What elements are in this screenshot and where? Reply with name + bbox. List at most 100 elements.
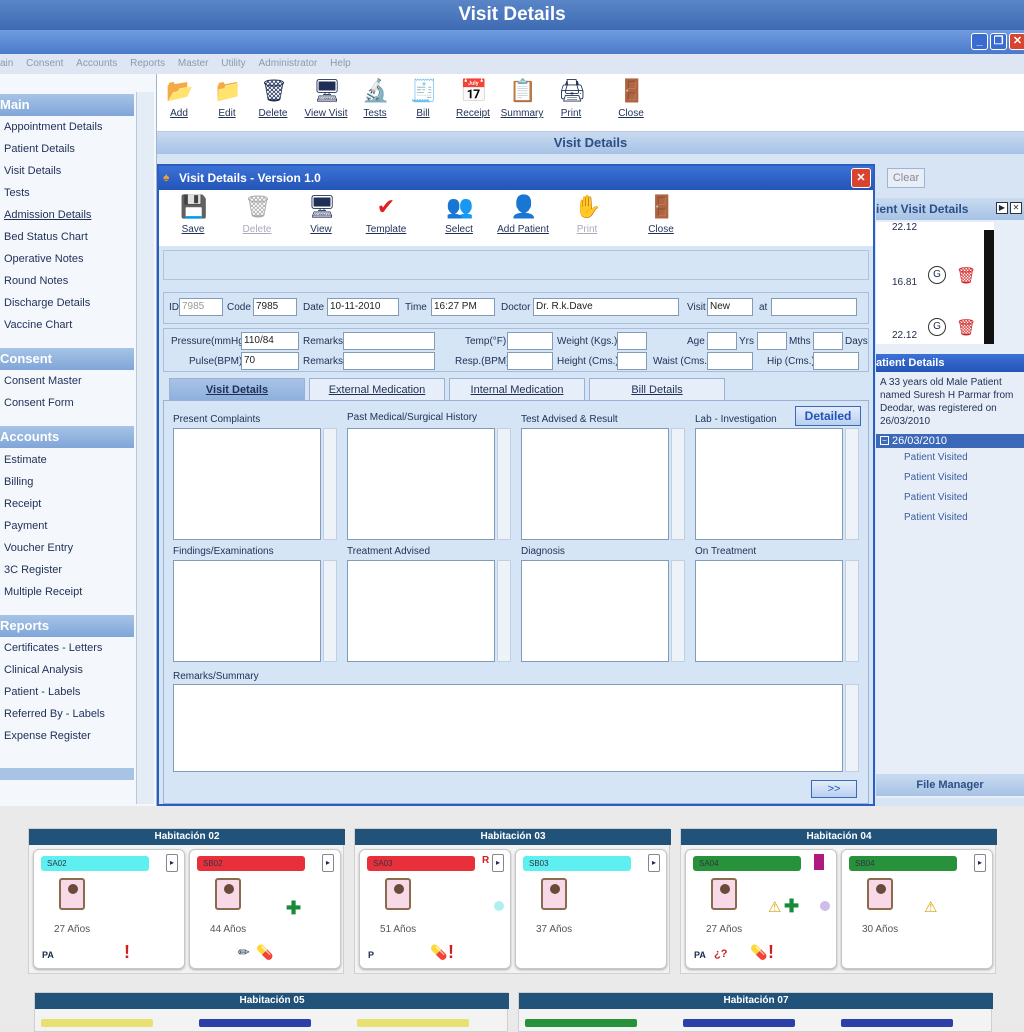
scrollbar[interactable] — [671, 428, 685, 540]
sidebar-item-referred-by-labels[interactable]: Referred By - Labels — [4, 708, 105, 720]
scrollbar[interactable] — [671, 560, 685, 662]
scrollbar[interactable] — [323, 560, 337, 662]
delete-icon[interactable]: 🗑 — [956, 318, 976, 338]
summary-button[interactable]: 📋 Summary — [499, 78, 545, 119]
template-button[interactable]: ✔ Template — [361, 194, 411, 235]
bed-card[interactable]: SB02 ▸ 44 Años ✚ ✏ 💊 — [189, 849, 341, 969]
test-advised-textarea[interactable] — [521, 428, 669, 540]
bed-card[interactable]: SB03 ▸ 37 Años — [515, 849, 667, 969]
sidebar-section-reports[interactable]: Reports — [0, 615, 134, 637]
menu-accounts[interactable]: Accounts — [76, 54, 117, 74]
delete-button[interactable]: 🗑 Delete — [253, 78, 293, 119]
sidebar-item-certificates-letters[interactable]: Certificates - Letters — [4, 642, 102, 654]
on-treatment-textarea[interactable] — [695, 560, 843, 662]
resp-field[interactable] — [507, 352, 553, 370]
tab-bill-details[interactable]: Bill Details — [589, 378, 725, 400]
bed-menu-button[interactable]: ▸ — [492, 854, 504, 872]
pulse-select[interactable]: 70 — [241, 352, 299, 370]
bed-menu-button[interactable]: ▸ — [322, 854, 334, 872]
bed-card[interactable]: SB04 ▸ 30 Años ⚠ — [841, 849, 993, 969]
hip-field[interactable] — [813, 352, 859, 370]
restore-icon[interactable]: ❐ — [990, 33, 1007, 50]
tab-external-medication[interactable]: External Medication — [309, 378, 445, 400]
time-field[interactable]: 16:27 PM — [431, 298, 495, 316]
sidebar-section-main[interactable]: Main — [0, 94, 134, 116]
dialog-close-button[interactable]: 🚪 Close — [641, 194, 681, 235]
scrollbar[interactable] — [323, 428, 337, 540]
weight-field[interactable] — [617, 332, 647, 350]
patient-visited-item[interactable]: Patient Visited — [904, 472, 968, 483]
code-field[interactable]: 7985 — [253, 298, 297, 316]
bed-card[interactable]: SA02 ▸ 27 Años PA ! — [33, 849, 185, 969]
menu-help[interactable]: Help — [330, 54, 351, 74]
sidebar-item-payment[interactable]: Payment — [4, 520, 47, 532]
menu-utility[interactable]: Utility — [221, 54, 245, 74]
bill-button[interactable]: 🧾 Bill — [403, 78, 443, 119]
sidebar-item-consent-master[interactable]: Consent Master — [4, 375, 82, 387]
age-months-field[interactable] — [757, 332, 787, 350]
pressure-remarks-field[interactable] — [343, 332, 435, 350]
sidebar-item-clinical-analysis[interactable]: Clinical Analysis — [4, 664, 83, 676]
sidebar-item-receipt[interactable]: Receipt — [4, 498, 41, 510]
pulse-remarks-field[interactable] — [343, 352, 435, 370]
sidebar-item-3c-register[interactable]: 3C Register — [4, 564, 62, 576]
sidebar-section-accounts[interactable]: Accounts — [0, 426, 134, 448]
menu-main[interactable]: ain — [0, 54, 13, 74]
diagnosis-textarea[interactable] — [521, 560, 669, 662]
sidebar-item-voucher-entry[interactable]: Voucher Entry — [4, 542, 73, 554]
add-button[interactable]: 📂 Add — [159, 78, 199, 119]
dialog-print-button[interactable]: ✋ Print — [567, 194, 607, 235]
save-button[interactable]: 💾 Save — [173, 194, 213, 235]
panel-close-icon[interactable]: ✕ — [1010, 202, 1022, 214]
tab-visit-details[interactable]: Visit Details — [169, 378, 305, 400]
sidebar-item-admission-details[interactable]: Admission Details — [4, 209, 91, 221]
receipt-button[interactable]: 📅 Receipt — [453, 78, 493, 119]
g-icon[interactable]: G — [928, 266, 946, 284]
height-field[interactable] — [617, 352, 647, 370]
patient-visited-item[interactable]: Patient Visited — [904, 452, 968, 463]
menu-consent[interactable]: Consent — [26, 54, 63, 74]
select-button[interactable]: 👥 Select — [439, 194, 479, 235]
dialog-delete-button[interactable]: 🗑 Delete — [237, 194, 277, 235]
sidebar-item-expense-register[interactable]: Expense Register — [4, 730, 91, 742]
age-days-field[interactable] — [813, 332, 843, 350]
sidebar-section-consent[interactable]: Consent — [0, 348, 134, 370]
treatment-advised-textarea[interactable] — [347, 560, 495, 662]
menu-reports[interactable]: Reports — [130, 54, 165, 74]
sidebar-item-operative-notes[interactable]: Operative Notes — [4, 253, 83, 265]
temp-field[interactable] — [507, 332, 553, 350]
print-button[interactable]: 🖨 Print — [551, 78, 591, 119]
scrollbar[interactable] — [497, 560, 511, 662]
close-icon[interactable]: ✕ — [1009, 33, 1024, 50]
edit-button[interactable]: 📁 Edit — [207, 78, 247, 119]
sidebar-item-tests[interactable]: Tests — [4, 187, 30, 199]
patient-visited-item[interactable]: Patient Visited — [904, 492, 968, 503]
patient-visited-item[interactable]: Patient Visited — [904, 512, 968, 523]
view-visit-button[interactable]: 🖥 View Visit — [303, 78, 349, 119]
sidebar-item-patient-labels[interactable]: Patient - Labels — [4, 686, 80, 698]
delete-icon[interactable]: 🗑 — [956, 266, 976, 286]
bed-card[interactable]: SA04 27 Años ⚠ ✚ PA ¿? 💊 ! — [685, 849, 837, 969]
sidebar-item-patient-details[interactable]: Patient Details — [4, 143, 75, 155]
past-history-textarea[interactable] — [347, 428, 495, 540]
sidebar-item-round-notes[interactable]: Round Notes — [4, 275, 68, 287]
menu-administrator[interactable]: Administrator — [258, 54, 317, 74]
scrollbar[interactable] — [845, 428, 859, 540]
sidebar-item-appointment-details[interactable]: Appointment Details — [4, 121, 102, 133]
sidebar-item-visit-details[interactable]: Visit Details — [4, 165, 61, 177]
collapse-icon[interactable]: − — [880, 436, 889, 445]
detailed-button[interactable]: Detailed — [795, 406, 861, 426]
remarks-summary-textarea[interactable] — [173, 684, 843, 772]
tests-button[interactable]: 🔬 Tests — [355, 78, 395, 119]
expand-icon[interactable]: ▶ — [996, 202, 1008, 214]
clear-button[interactable]: Clear — [887, 168, 925, 188]
file-manager-title[interactable]: File Manager — [876, 774, 1024, 796]
view-button[interactable]: 🖥 View — [301, 194, 341, 235]
bed-menu-button[interactable]: ▸ — [648, 854, 660, 872]
g-icon[interactable]: G — [928, 318, 946, 336]
minimize-icon[interactable]: _ — [971, 33, 988, 50]
next-button[interactable]: >> — [811, 780, 857, 798]
visit-date-node[interactable]: 26/03/2010 — [876, 434, 1024, 448]
sidebar-item-vaccine-chart[interactable]: Vaccine Chart — [4, 319, 72, 331]
sidebar-item-discharge-details[interactable]: Discharge Details — [4, 297, 90, 309]
